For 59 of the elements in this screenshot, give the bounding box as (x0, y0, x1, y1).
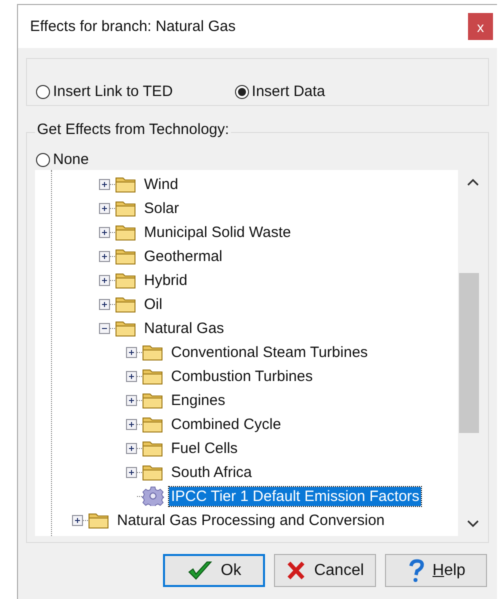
folder-icon (115, 271, 137, 289)
tree-item[interactable]: South Africa (169, 462, 254, 482)
tree-item[interactable]: Natural Gas Processing and Conversion (115, 510, 387, 530)
radio-option[interactable]: Insert Data (234, 83, 326, 100)
tree-item[interactable]: Fuel Cells (169, 438, 240, 458)
tree-item[interactable]: Engines (169, 390, 228, 410)
tree-item[interactable]: Wind (142, 174, 180, 194)
tree-item[interactable]: IPCC Tier 1 Default Emission Factors (169, 486, 422, 506)
expander-icon[interactable] (126, 346, 137, 358)
scroll-up-icon[interactable] (467, 178, 480, 186)
question-mark-icon (406, 558, 425, 582)
folder-icon (115, 295, 137, 313)
folder-icon (115, 223, 137, 241)
expander-icon[interactable] (126, 442, 137, 454)
tree-item[interactable]: Municipal Solid Waste (142, 222, 294, 242)
expander-icon[interactable] (126, 466, 137, 478)
cancel-button[interactable]: Cancel (274, 554, 376, 587)
folder-icon (142, 367, 164, 385)
folder-icon (115, 247, 137, 265)
tree-item[interactable]: Oil (142, 294, 164, 314)
expander-icon[interactable] (99, 322, 110, 334)
folder-icon (115, 175, 137, 193)
checkmark-icon (186, 560, 213, 582)
folder-icon (115, 199, 137, 217)
folder-icon (115, 319, 137, 337)
expander-icon[interactable] (99, 178, 110, 190)
expander-icon[interactable] (99, 250, 110, 262)
expander-icon[interactable] (126, 418, 137, 430)
tree-item[interactable]: Natural Gas (142, 318, 226, 338)
tree-item[interactable]: Conventional Steam Turbines (169, 342, 370, 362)
folder-icon (142, 415, 164, 433)
group-legend: Get Effects from Technology: (35, 121, 232, 138)
folder-icon (142, 391, 164, 409)
radio-option[interactable]: Insert Link to TED (36, 83, 173, 100)
tree-item[interactable]: Combustion Turbines (169, 366, 315, 386)
expander-icon[interactable] (126, 394, 137, 406)
folder-icon (142, 439, 164, 457)
expander-icon[interactable] (99, 202, 110, 214)
folder-icon (142, 343, 164, 361)
ok-button[interactable]: Ok (163, 554, 265, 587)
radio-option[interactable]: None (27, 151, 488, 168)
window-title: Effects for branch: Natural Gas (30, 18, 236, 35)
tree-item[interactable]: Geothermal (142, 246, 224, 266)
tree-item[interactable]: Combined Cycle (169, 414, 284, 434)
folder-icon (142, 463, 164, 481)
close-button[interactable]: x (468, 13, 493, 40)
folder-icon (88, 511, 110, 529)
help-button[interactable]: Help (385, 554, 487, 587)
scroll-thumb[interactable] (459, 273, 480, 433)
tree-item[interactable]: Solar (142, 198, 182, 218)
gear-icon (142, 486, 164, 506)
scroll-down-icon[interactable] (467, 520, 480, 528)
expander-icon[interactable] (126, 370, 137, 382)
cross-icon (286, 560, 306, 580)
expander-icon[interactable] (99, 226, 110, 238)
expander-icon[interactable] (99, 274, 110, 286)
expander-icon[interactable] (72, 514, 83, 526)
tree-item[interactable]: Hybrid (142, 270, 190, 290)
expander-icon[interactable] (99, 298, 110, 310)
